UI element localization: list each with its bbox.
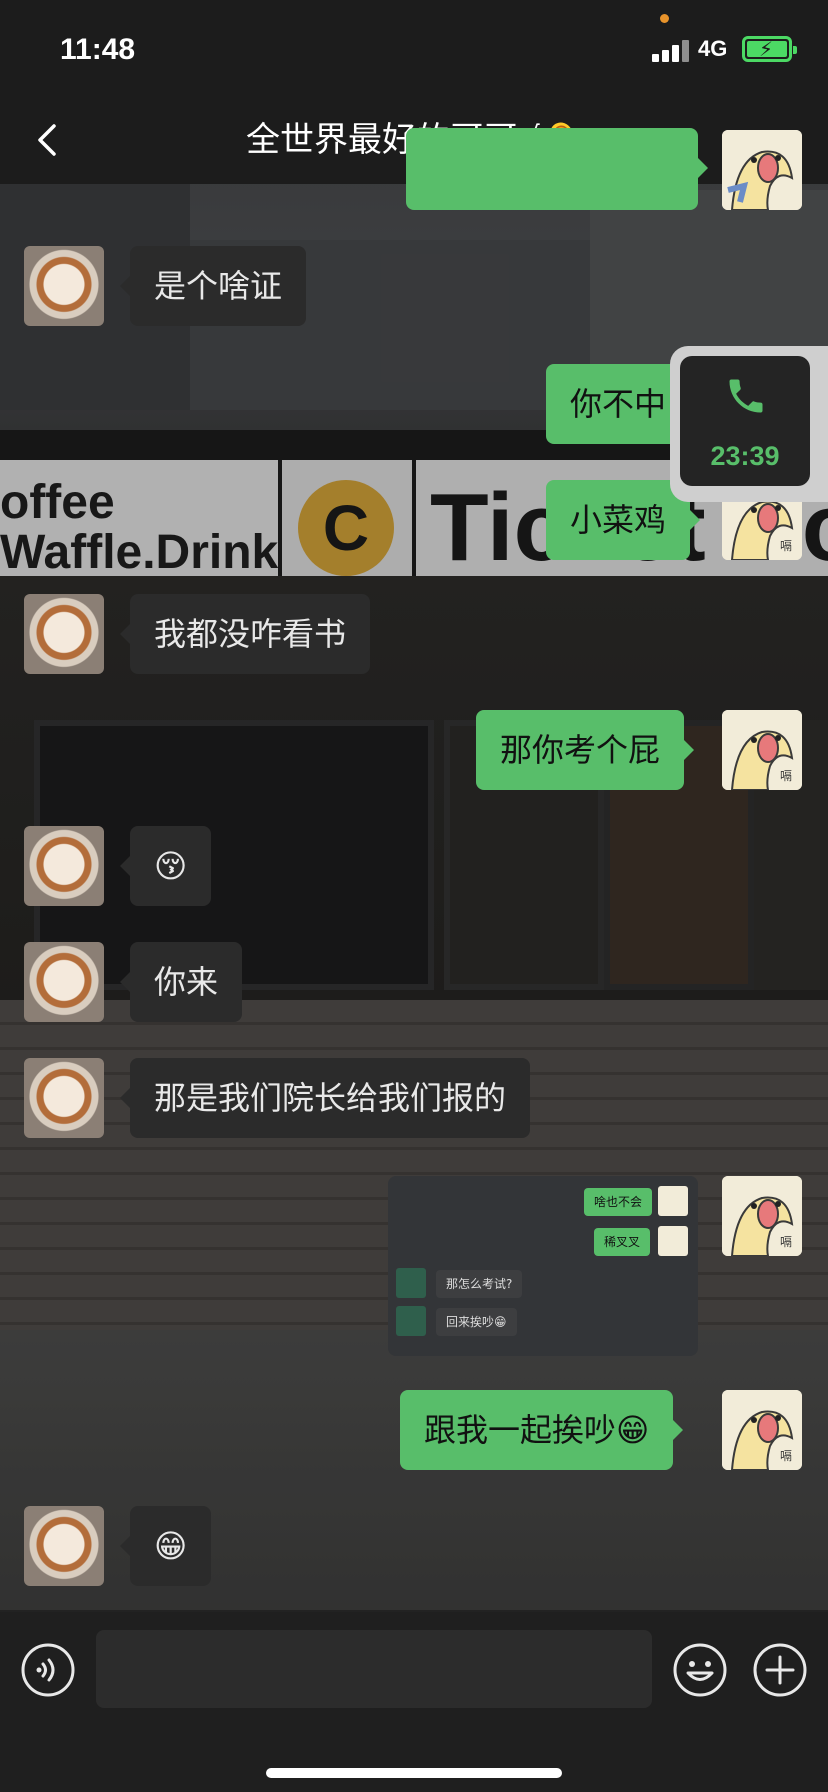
status-time: 11:48 — [60, 33, 136, 66]
message-bubble[interactable]: 那是我们院长给我们报的 — [119, 1058, 531, 1138]
contact-avatar[interactable] — [24, 942, 104, 1022]
chat-background: offee Waffle.Drink C Ticket Bo — [0, 0, 828, 1792]
battery-icon: ⚡ — [742, 36, 797, 62]
contact-avatar[interactable] — [24, 1058, 104, 1138]
avatar-caption: 嗝 — [780, 1449, 792, 1463]
contact-avatar[interactable] — [24, 826, 104, 906]
signal-icon — [652, 38, 692, 62]
phone-icon — [729, 379, 763, 413]
message-bubble[interactable]: 你不中 — [546, 364, 701, 444]
message-bubble[interactable]: 你来 — [119, 942, 243, 1022]
message-bubble[interactable]: 是个啥证 — [119, 246, 307, 326]
mini-avatar — [396, 1268, 426, 1298]
message-bubble[interactable]: 😚 — [119, 826, 212, 906]
floating-call-window[interactable]: 23:39 — [670, 346, 828, 502]
message-bubble[interactable]: 小菜鸡 — [546, 480, 701, 560]
my-avatar[interactable]: 嗝 — [722, 1390, 802, 1470]
home-indicator[interactable] — [266, 1768, 562, 1778]
my-avatar[interactable] — [722, 130, 802, 210]
mini-avatar — [658, 1226, 688, 1256]
message-input[interactable] — [96, 1630, 652, 1708]
avatar-caption: 嗝 — [780, 539, 792, 553]
screenshot-image[interactable]: 啥也不会 稀叉叉 那怎么考试? 回来挨吵😁 — [388, 1176, 698, 1356]
message-bubble[interactable]: 跟我一起挨吵😁 — [400, 1390, 684, 1470]
mini-bubble: 回来挨吵😁 — [436, 1308, 517, 1336]
mini-bubble: 稀叉叉 — [594, 1228, 651, 1256]
contact-avatar[interactable] — [24, 1506, 104, 1586]
contact-avatar[interactable] — [24, 594, 104, 674]
message-bubble[interactable]: 我都没咋看书 — [119, 594, 371, 674]
voice-icon[interactable] — [20, 1642, 76, 1698]
message-bubble[interactable]: 那你考个屁 — [476, 710, 695, 790]
message-bubble[interactable]: 😁 — [119, 1506, 212, 1586]
call-duration: 23:39 — [710, 441, 780, 471]
plus-circle-icon[interactable] — [752, 1642, 808, 1698]
mini-bubble: 啥也不会 — [584, 1188, 653, 1216]
mini-avatar — [658, 1186, 688, 1216]
my-avatar[interactable]: 嗝 — [722, 710, 802, 790]
my-avatar[interactable]: 嗝 — [722, 1176, 802, 1256]
mini-bubble: 那怎么考试? — [436, 1270, 523, 1298]
avatar-caption: 嗝 — [780, 769, 792, 783]
contact-avatar[interactable] — [24, 246, 104, 326]
emoji-icon[interactable] — [672, 1642, 728, 1698]
network-type: 4G — [698, 36, 728, 61]
avatar-caption: 嗝 — [780, 1235, 792, 1249]
privacy-indicator-dot — [660, 14, 669, 23]
mini-avatar — [396, 1306, 426, 1336]
status-bar: 11:48 4G ⚡ — [0, 0, 828, 96]
chat-input-bar — [0, 1612, 828, 1792]
